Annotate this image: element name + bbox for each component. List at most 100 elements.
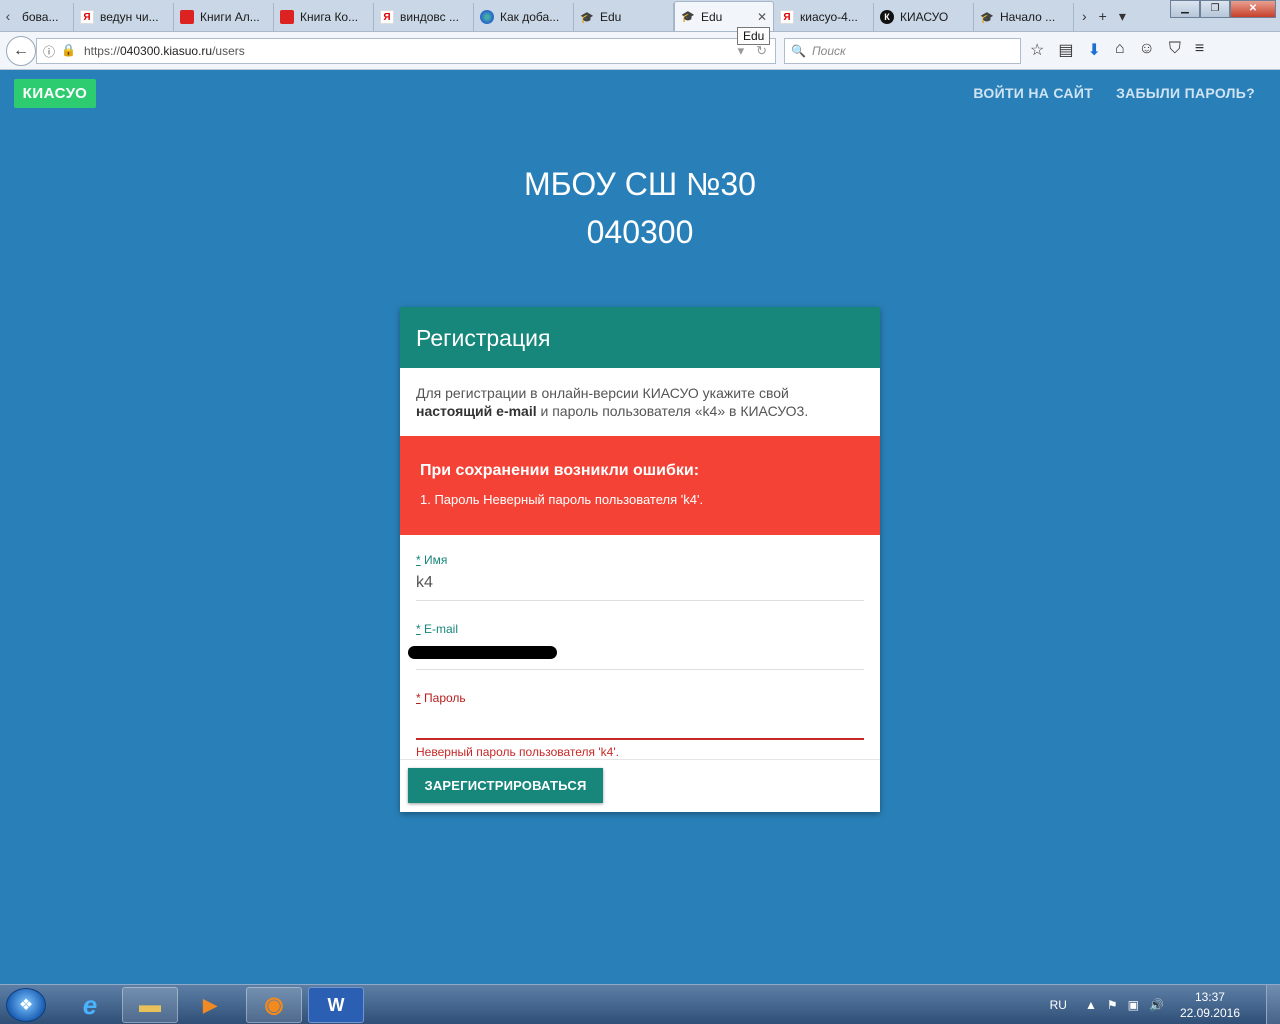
password-error: Неверный пароль пользователя 'k4'.	[416, 745, 619, 759]
browser-tab[interactable]: бова...	[16, 3, 74, 31]
tab-label: Edu	[701, 9, 723, 24]
browser-tab[interactable]: 🎓 Edu	[574, 3, 674, 31]
browser-tab[interactable]: Явиндовс ...	[374, 3, 474, 31]
name-underline	[416, 600, 864, 601]
search-input[interactable]: 🔍 Поиск	[784, 38, 1021, 64]
clock[interactable]: 13:37 22.09.2016	[1180, 989, 1240, 1021]
kiasuo-icon: К	[880, 10, 894, 24]
intro-text-end: и пароль пользователя «k4» в КИАСУО3.	[540, 403, 809, 419]
search-placeholder: Поиск	[811, 44, 846, 58]
pocket-icon[interactable]: ⛉	[1169, 40, 1181, 60]
new-tab-icon[interactable]: +	[1099, 8, 1107, 24]
clock-date: 22.09.2016	[1179, 1006, 1240, 1020]
intro-text: Для регистрации в онлайн-версии КИАСУО у…	[416, 385, 789, 401]
browser-tab[interactable]: 🎓 Начало ...	[974, 3, 1074, 31]
browser-tab[interactable]: К КИАСУО	[874, 3, 974, 31]
internet-explorer-icon[interactable]: e	[62, 987, 118, 1023]
cap-icon: 🎓	[980, 11, 994, 24]
back-icon[interactable]: ←	[6, 36, 36, 66]
brand-logo[interactable]: КИАСУО	[14, 79, 96, 108]
error-alert: При сохранении возникли ошибки: 1. Парол…	[400, 436, 880, 535]
url-bar[interactable]: ⓘ 🔒 https://040300.kiasuo.ru/users ▾ ↻	[36, 38, 776, 64]
action-center-flag-icon[interactable]: ⚑	[1107, 998, 1118, 1012]
menu-icon[interactable]: ≡	[1195, 40, 1204, 60]
browser-tab[interactable]: Якиасуо-4...	[774, 3, 874, 31]
url-dropdown-icon[interactable]: ▾	[738, 43, 745, 59]
tray-icons: ▲ ⚑ ▣ 🔊	[1085, 998, 1164, 1012]
taskbar: ❖ e ▬ ▶ ◉ W RU ▲ ⚑ ▣ 🔊 13:37 22.09.2016	[0, 984, 1280, 1024]
chat-icon[interactable]: ☺	[1139, 40, 1155, 60]
browser-tab[interactable]: Как доба...	[474, 3, 574, 31]
password-field[interactable]: * Пароль Неверный пароль пользователя 'k…	[416, 691, 864, 759]
download-icon[interactable]: ⬇	[1087, 40, 1100, 60]
email-label-text: E-mail	[424, 622, 459, 636]
tab-scroll-left-icon[interactable]: ‹	[0, 1, 16, 31]
tab-scroll-right-icon[interactable]: ›	[1082, 8, 1087, 24]
info-icon[interactable]: ⓘ	[43, 43, 55, 60]
firefox-icon[interactable]: ◉	[246, 987, 302, 1023]
browser-tab-bar: ‹ бова... Яведун чи... Книги Ал... Книга…	[0, 0, 1280, 32]
name-input[interactable]: k4	[416, 574, 864, 596]
word-icon[interactable]: W	[308, 987, 364, 1023]
media-player-icon[interactable]: ▶	[182, 987, 238, 1023]
maximize-icon[interactable]: ❐	[1200, 0, 1230, 18]
tab-tooltip: Edu	[737, 27, 771, 45]
tab-label: ведун чи...	[100, 10, 159, 24]
intro-bold: настоящий e-mail	[416, 403, 537, 419]
cap-icon: 🎓	[580, 11, 594, 24]
card-title: Регистрация	[400, 307, 880, 368]
book-icon	[280, 10, 294, 24]
close-tab-icon[interactable]: ✕	[757, 10, 767, 24]
tab-label: Книги Ал...	[200, 10, 260, 24]
show-hidden-icons-icon[interactable]: ▲	[1085, 998, 1097, 1012]
redaction-mark	[408, 646, 557, 659]
url-host: 040300.kiasuo.ru	[120, 44, 213, 58]
browser-tab[interactable]: Книги Ал...	[174, 3, 274, 31]
url-security-icons: ⓘ 🔒	[37, 43, 84, 60]
tab-label: КИАСУО	[900, 10, 949, 24]
tab-label: Начало ...	[1000, 10, 1056, 24]
forgot-password-link[interactable]: ЗАБЫЛИ ПАРОЛЬ?	[1116, 85, 1255, 101]
yandex-icon: Я	[380, 10, 394, 24]
home-icon[interactable]: ⌂	[1115, 40, 1125, 60]
show-desktop-button[interactable]	[1266, 985, 1280, 1024]
clock-time: 13:37	[1194, 990, 1225, 1004]
minimize-icon[interactable]: ▁	[1170, 0, 1200, 18]
reader-list-icon[interactable]: ▤	[1058, 40, 1073, 60]
tab-label: киасуо-4...	[800, 10, 858, 24]
tab-list-icon[interactable]: ▾	[1119, 8, 1126, 25]
bookmark-star-icon[interactable]: ☆	[1030, 40, 1044, 60]
login-link[interactable]: ВОЙТИ НА САЙТ	[973, 85, 1093, 101]
email-field[interactable]: * E-mail	[408, 622, 864, 670]
tab-label: бова...	[22, 10, 59, 24]
name-label: * Имя	[416, 553, 864, 567]
volume-icon[interactable]: 🔊	[1149, 998, 1164, 1012]
lock-icon[interactable]: 🔒	[61, 43, 76, 60]
browser-tab[interactable]: Книга Ко...	[274, 3, 374, 31]
error-title: При сохранении возникли ошибки:	[420, 462, 700, 479]
tab-label: Edu	[600, 10, 622, 24]
school-header: МБОУ СШ №30 040300	[0, 160, 1280, 256]
browser-tab[interactable]: Яведун чи...	[74, 3, 174, 31]
reload-icon[interactable]: ↻	[756, 43, 767, 59]
school-name: МБОУ СШ №30	[524, 166, 756, 202]
card-intro: Для регистрации в онлайн-версии КИАСУО у…	[400, 368, 880, 436]
url-path: /users	[212, 44, 245, 58]
tab-label: Как доба...	[500, 10, 560, 24]
url-text[interactable]: https://040300.kiasuo.ru/users	[84, 44, 738, 58]
window-close-icon[interactable]: ✕	[1230, 0, 1276, 18]
register-button[interactable]: ЗАРЕГИСТРИРОВАТЬСЯ	[408, 768, 603, 803]
password-input[interactable]	[416, 712, 864, 734]
name-field[interactable]: * Имя k4	[416, 553, 864, 601]
tab-tools: › + ▾	[1082, 1, 1126, 31]
registration-card: Регистрация Для регистрации в онлайн-вер…	[400, 307, 880, 812]
explorer-folder-icon[interactable]: ▬	[122, 987, 178, 1023]
start-button-icon[interactable]: ❖	[6, 988, 46, 1022]
language-indicator[interactable]: RU	[1050, 998, 1067, 1012]
browser-navbar: ← ⓘ 🔒 https://040300.kiasuo.ru/users ▾ ↻…	[0, 32, 1280, 70]
network-icon[interactable]: ▣	[1128, 998, 1139, 1012]
name-label-text: Имя	[424, 553, 448, 567]
required-marker: *	[416, 691, 421, 705]
ie-icon	[480, 10, 494, 24]
yandex-icon: Я	[80, 10, 94, 24]
